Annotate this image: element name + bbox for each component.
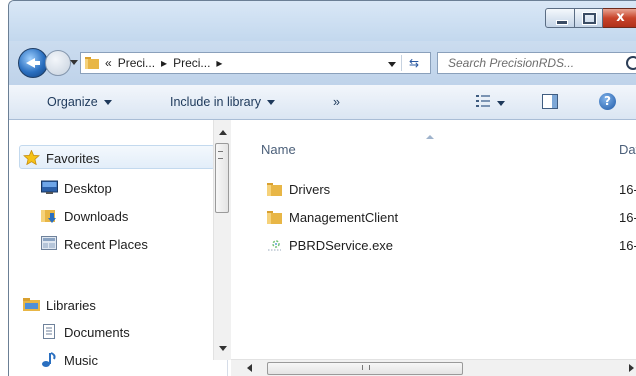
back-button[interactable] [18,48,48,78]
navigation-bar: « Preci... ▸ Preci... ▸ ⇆ Search PrecisionRD… [9,41,636,85]
maximize-icon [575,9,602,27]
sidebar-item-label: Recent Places [64,237,148,252]
scroll-left-icon[interactable] [247,364,252,372]
file-row-pbrdservice[interactable]: PBRDService.exe 16- [241,235,636,257]
close-icon: x [616,10,625,25]
column-header-date[interactable]: Dat [619,142,636,157]
folder-icon [267,211,282,224]
scrollbar-grip-icon [362,365,370,370]
file-date: 16- [619,238,636,253]
sort-ascending-icon [426,135,434,139]
breadcrumb-item[interactable]: Preci... [118,56,155,70]
navigation-pane: Favorites Desktop Downloads Recent Place… [9,120,231,376]
scrollbar-grip-icon [218,151,223,159]
more-commands-button[interactable]: » [333,95,340,109]
refresh-button[interactable]: ⇆ [401,55,426,71]
desktop-icon [41,180,58,194]
organize-label: Organize [47,95,98,109]
sidebar-item-music[interactable]: Music [41,351,211,371]
breadcrumb-overflow[interactable]: « [105,56,112,70]
libraries-icon [23,298,40,311]
scroll-down-icon[interactable] [219,346,227,351]
maximize-button[interactable] [575,8,603,28]
file-name: PBRDService.exe [289,238,394,253]
star-icon [23,150,40,165]
file-date: 16- [619,210,636,225]
column-headers: Name Dat [231,120,636,157]
sidebar-item-label: Favorites [46,151,100,166]
search-box[interactable]: Search PrecisionRDS... [437,52,636,74]
document-icon [43,324,55,339]
breadcrumb-separator[interactable]: ▸ [216,56,222,70]
close-button[interactable]: x [603,8,636,28]
sidebar-item-documents[interactable]: Documents [41,323,211,343]
sidebar-item-label: Downloads [64,209,129,224]
preview-pane-button[interactable] [542,94,558,109]
sidebar-item-libraries[interactable]: Libraries [23,296,203,316]
scroll-up-icon[interactable] [219,130,227,135]
sidebar-item-label: Documents [64,325,130,340]
folder-icon [267,183,282,196]
breadcrumb: « Preci... ▸ Preci... ▸ [105,56,228,70]
address-dropdown-icon[interactable] [388,62,396,67]
chevron-down-icon [103,100,112,106]
refresh-icon: ⇆ [408,56,420,70]
sidebar-item-label: Music [64,353,98,368]
minimize-icon [546,9,574,27]
music-note-icon [42,352,56,367]
organize-button[interactable]: Organize [47,95,112,109]
title-bar: x [9,1,636,41]
sidebar-item-favorites[interactable]: Favorites [23,149,203,169]
sidebar-item-desktop[interactable]: Desktop [41,179,211,199]
breadcrumb-separator[interactable]: ▸ [161,56,167,70]
command-bar: Organize Include in library » ? [9,85,636,120]
sidebar-item-label: Libraries [46,298,96,313]
file-row-managementclient[interactable]: ManagementClient 16- [241,207,636,229]
change-view-icon[interactable] [476,95,490,107]
sidebar-item-recent-places[interactable]: Recent Places [41,235,211,255]
recent-places-icon [41,236,57,250]
include-in-library-button[interactable]: Include in library [170,95,276,109]
file-list-pane: Name Dat Drivers 16- ManagementClien [231,120,636,376]
chevron-down-icon [267,100,276,106]
file-list-horizontal-scrollbar[interactable] [231,359,636,376]
sidebar-item-downloads[interactable]: Downloads [41,207,211,227]
recent-pages-dropdown[interactable] [70,60,78,65]
folder-icon [85,57,99,69]
sidebar-item-label: Desktop [64,181,112,196]
navigation-pane-scrollbar[interactable] [213,120,231,360]
column-header-name[interactable]: Name [261,142,296,157]
downloads-folder-icon [41,210,56,223]
include-in-library-label: Include in library [170,95,262,109]
file-date: 16- [619,182,636,197]
search-icon [626,56,636,70]
search-placeholder: Search PrecisionRDS... [448,56,575,70]
content-area: Favorites Desktop Downloads Recent Place… [9,120,636,376]
caption-buttons: x [545,8,636,28]
help-button[interactable]: ? [599,93,616,110]
view-options-dropdown[interactable] [497,101,505,106]
breadcrumb-item[interactable]: Preci... [173,56,210,70]
file-row-drivers[interactable]: Drivers 16- [241,179,636,201]
explorer-window: x « Preci... ▸ Preci... ▸ ⇆ Search Precision… [8,0,636,376]
address-bar[interactable]: « Preci... ▸ Preci... ▸ ⇆ [80,52,431,74]
file-name: ManagementClient [289,210,399,225]
scroll-right-icon[interactable] [629,364,634,372]
minimize-button[interactable] [545,8,575,28]
file-name: Drivers [289,182,331,197]
executable-icon [268,240,281,251]
forward-button[interactable] [45,50,71,76]
